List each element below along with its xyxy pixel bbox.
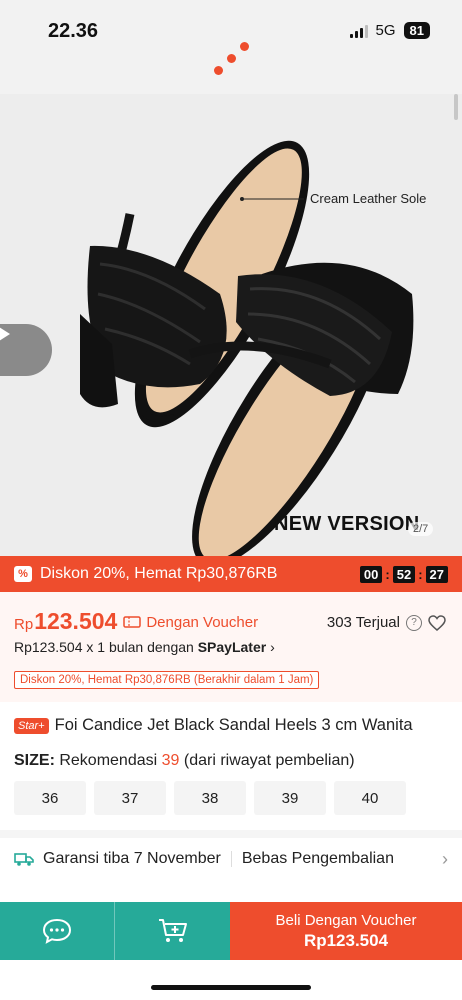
timer-hours: 00	[359, 565, 383, 583]
price-amount: 123.504	[34, 608, 118, 634]
network-label: 5G	[375, 22, 396, 39]
voucher-icon	[123, 616, 142, 628]
status-bar: 22.36 5G 81	[0, 0, 462, 94]
image-counter: 2/7	[408, 522, 434, 536]
discount-chip: Diskon 20%, Hemat Rp30,876RB (Berakhir d…	[14, 671, 320, 689]
timer-minutes: 52	[392, 565, 416, 583]
chevron-right-icon: ›	[270, 639, 275, 655]
size-label: SIZE:	[14, 752, 55, 769]
spaylater-row[interactable]: Rp123.504 x 1 bulan dengan SPayLater ›	[14, 639, 275, 655]
shipping-row[interactable]: Garansi tiba 7 November Bebas Pengembali…	[14, 838, 448, 880]
status-icons: 5G 81	[349, 22, 430, 39]
chevron-right-icon: ›	[442, 848, 448, 869]
recommended-size: 39	[161, 752, 180, 769]
product-image-gallery[interactable]: Cream Leather Sole NEW VERSION 2/7	[0, 94, 462, 556]
signal-icon	[349, 24, 368, 38]
section-divider	[0, 830, 462, 838]
loading-dots-icon	[212, 42, 252, 78]
battery-icon: 81	[403, 22, 430, 39]
bottom-action-bar: Beli Dengan Voucher Rp123.504	[0, 902, 462, 960]
product-title-row: Star+ Foi Candice Jet Black Sandal Heels…	[14, 716, 413, 735]
heart-icon[interactable]	[428, 614, 446, 631]
sandal-product-image	[80, 140, 414, 556]
flash-sale-text: Diskon 20%, Hemat Rp30,876RB	[40, 565, 278, 582]
voucher-label[interactable]: Dengan Voucher	[123, 614, 258, 631]
annotation-label: Cream Leather Sole	[310, 191, 427, 206]
voucher-text: Dengan Voucher	[146, 613, 259, 631]
price-section: Rp 123.504 Dengan Voucher 303 Terjual ? …	[0, 592, 462, 702]
play-icon	[0, 327, 10, 341]
delivery-guarantee: Garansi tiba 7 November	[43, 850, 221, 867]
status-time: 22.36	[48, 20, 99, 42]
separator	[230, 851, 232, 867]
product-title: Foi Candice Jet Black Sandal Heels 3 cm …	[54, 716, 413, 734]
discount-tag-icon: %	[14, 566, 32, 582]
play-video-button[interactable]	[0, 324, 52, 376]
buy-with-voucher-button[interactable]: Beli Dengan Voucher Rp123.504	[230, 902, 462, 960]
size-option[interactable]: 40	[334, 781, 406, 815]
add-to-cart-button[interactable]	[115, 902, 230, 960]
spaylater-brand: SPayLater	[197, 639, 267, 655]
truck-icon	[14, 853, 34, 866]
size-option[interactable]: 39	[254, 781, 326, 815]
flash-sale-bar: % Diskon 20%, Hemat Rp30,876RB 00 : 52 :…	[0, 556, 462, 592]
price-currency: Rp	[14, 616, 34, 633]
installment-text: Rp123.504 x 1 bulan dengan	[14, 639, 194, 655]
price-row: Rp 123.504 Dengan Voucher	[14, 608, 258, 635]
buy-button-price: Rp123.504	[303, 930, 389, 950]
timer-seconds: 27	[425, 565, 448, 583]
size-recommendation: SIZE: Rekomendasi 39 (dari riwayat pembe…	[14, 752, 355, 769]
free-returns: Bebas Pengembalian	[241, 850, 394, 867]
help-icon[interactable]: ?	[406, 614, 422, 631]
star-plus-badge: Star+	[14, 717, 49, 734]
chat-button[interactable]	[0, 902, 115, 960]
size-option[interactable]: 37	[94, 781, 166, 815]
size-option[interactable]: 38	[174, 781, 246, 815]
size-options: 36 37 38 39 40	[14, 781, 406, 815]
cart-plus-icon	[158, 919, 187, 942]
sold-count: 303 Terjual	[326, 614, 400, 631]
countdown-timer: 00 : 52 : 27	[359, 565, 448, 583]
scrollbar[interactable]	[454, 94, 458, 120]
new-version-badge: NEW VERSION	[274, 513, 420, 535]
chat-icon	[42, 918, 72, 944]
sold-info: 303 Terjual ?	[327, 614, 446, 631]
content-spacer	[0, 880, 462, 902]
size-option[interactable]: 36	[14, 781, 86, 815]
buy-button-label: Beli Dengan Voucher	[275, 911, 417, 929]
home-indicator	[151, 985, 311, 990]
